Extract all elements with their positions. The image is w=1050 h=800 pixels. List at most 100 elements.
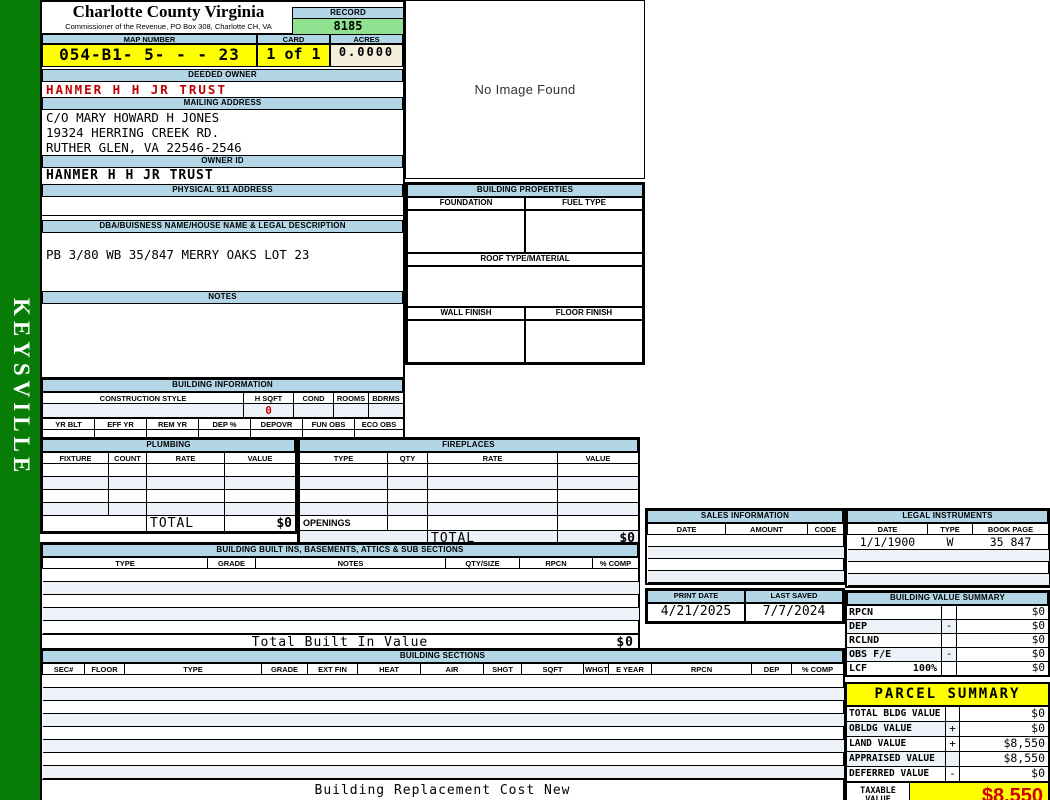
table-cell[interactable] (608, 687, 652, 701)
table-cell[interactable] (483, 713, 522, 727)
openings-value[interactable] (387, 515, 428, 531)
table-cell[interactable] (651, 687, 752, 701)
table-cell[interactable] (307, 752, 358, 766)
table-cell[interactable] (299, 489, 388, 503)
table-cell[interactable] (521, 739, 584, 753)
table-cell[interactable] (42, 620, 208, 634)
table-cell[interactable] (583, 713, 609, 727)
fuel-type-value[interactable] (525, 210, 643, 253)
table-cell[interactable] (108, 476, 147, 490)
table-cell[interactable] (583, 700, 609, 714)
table-cell[interactable] (521, 713, 584, 727)
table-cell[interactable] (608, 739, 652, 753)
table-cell[interactable] (725, 570, 808, 583)
table-cell[interactable] (420, 687, 484, 701)
table-cell[interactable] (519, 568, 593, 582)
table-cell[interactable] (521, 752, 584, 766)
table-cell[interactable] (42, 752, 85, 766)
table-cell[interactable] (651, 700, 752, 714)
table-cell[interactable] (725, 534, 808, 547)
table-cell[interactable] (791, 765, 844, 779)
table-cell[interactable] (307, 674, 358, 688)
table-cell[interactable] (108, 463, 147, 477)
table-cell[interactable] (207, 568, 256, 582)
bdrms-value[interactable] (368, 403, 404, 418)
table-cell[interactable] (847, 561, 928, 574)
table-cell[interactable] (224, 502, 296, 516)
map-number-value[interactable]: 054-B1- 5- - - 23 (42, 44, 257, 67)
table-cell[interactable] (42, 594, 208, 608)
table-cell[interactable] (521, 700, 584, 714)
table-cell[interactable] (521, 674, 584, 688)
table-cell[interactable] (357, 687, 421, 701)
table-cell[interactable] (519, 620, 593, 634)
table-cell[interactable] (84, 726, 125, 740)
table-cell[interactable] (651, 752, 752, 766)
table-cell[interactable] (483, 687, 522, 701)
table-cell[interactable] (124, 713, 262, 727)
table-cell[interactable] (146, 502, 225, 516)
table-cell[interactable] (791, 726, 844, 740)
table-cell[interactable] (84, 739, 125, 753)
table-cell[interactable] (307, 687, 358, 701)
table-cell[interactable] (420, 765, 484, 779)
table-cell[interactable] (261, 739, 308, 753)
table-cell[interactable] (427, 502, 558, 516)
table-cell[interactable] (521, 726, 584, 740)
physical-address-value[interactable] (42, 197, 403, 215)
table-cell[interactable] (427, 463, 558, 477)
table-cell[interactable] (124, 726, 262, 740)
table-cell[interactable] (255, 594, 446, 608)
table-cell[interactable] (427, 476, 558, 490)
table-cell[interactable] (387, 463, 428, 477)
table-cell[interactable] (124, 674, 262, 688)
table-cell[interactable] (791, 713, 844, 727)
table-cell[interactable] (647, 546, 726, 559)
table-cell[interactable] (807, 546, 844, 559)
table-cell[interactable] (519, 581, 593, 595)
table-cell[interactable] (261, 700, 308, 714)
table-cell[interactable] (751, 700, 792, 714)
foundation-value[interactable] (407, 210, 525, 253)
table-cell[interactable] (751, 726, 792, 740)
table-cell[interactable] (847, 573, 928, 586)
construction-style-value[interactable] (42, 403, 244, 418)
table-cell[interactable] (651, 674, 752, 688)
table-cell[interactable] (583, 674, 609, 688)
table-cell[interactable] (519, 594, 593, 608)
table-cell[interactable] (557, 489, 639, 503)
table-cell[interactable] (255, 607, 446, 621)
table-cell[interactable] (84, 765, 125, 779)
table-cell[interactable] (307, 765, 358, 779)
table-cell[interactable] (84, 687, 125, 701)
table-cell[interactable] (84, 700, 125, 714)
notes-value[interactable] (42, 304, 403, 381)
table-cell[interactable] (84, 713, 125, 727)
table-cell[interactable] (42, 726, 85, 740)
table-cell[interactable]: W (927, 534, 973, 550)
table-cell[interactable] (791, 739, 844, 753)
table-cell[interactable]: 1/1/1900 (847, 534, 928, 550)
table-cell[interactable] (255, 568, 446, 582)
table-cell[interactable] (224, 476, 296, 490)
table-cell[interactable] (483, 700, 522, 714)
table-cell[interactable] (207, 581, 256, 595)
table-cell[interactable] (42, 502, 109, 516)
table-cell[interactable] (483, 752, 522, 766)
table-cell[interactable] (927, 573, 973, 586)
table-cell[interactable] (307, 713, 358, 727)
table-cell[interactable] (647, 558, 726, 571)
table-cell[interactable] (124, 739, 262, 753)
table-cell[interactable] (42, 568, 208, 582)
table-cell[interactable] (651, 713, 752, 727)
table-cell[interactable] (807, 570, 844, 583)
table-cell[interactable] (608, 713, 652, 727)
table-cell[interactable] (207, 594, 256, 608)
table-cell[interactable] (791, 700, 844, 714)
table-cell[interactable] (224, 489, 296, 503)
table-cell[interactable] (445, 568, 520, 582)
table-cell[interactable] (647, 570, 726, 583)
owner-id-value[interactable]: HANMER H H JR TRUST (42, 168, 403, 184)
table-cell[interactable] (42, 581, 208, 595)
table-cell[interactable] (651, 739, 752, 753)
